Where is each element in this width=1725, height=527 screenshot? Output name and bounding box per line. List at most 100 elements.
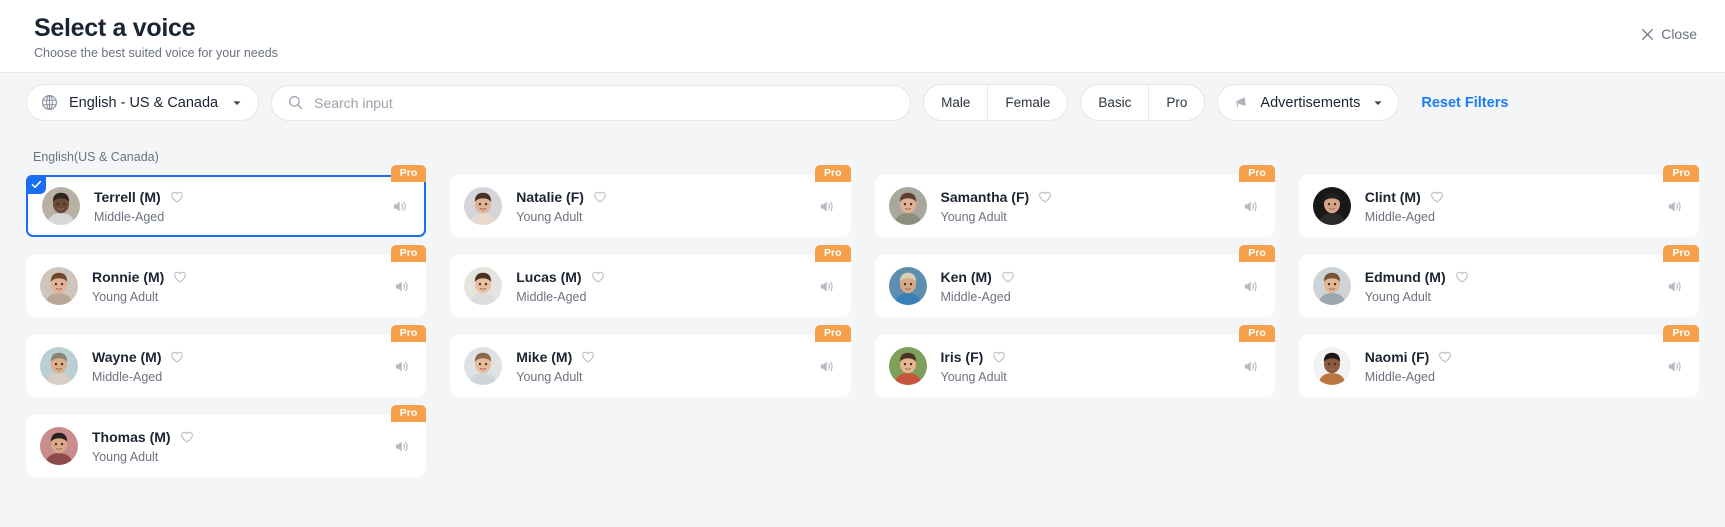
dialog-header: Select a voice Choose the best suited vo… bbox=[0, 0, 1725, 72]
voice-meta: Mike (M) Young Adult bbox=[516, 349, 817, 384]
avatar bbox=[40, 267, 78, 305]
voice-age: Middle-Aged bbox=[516, 289, 587, 304]
gender-option-female[interactable]: Female bbox=[987, 85, 1067, 120]
voice-meta: Clint (M) Middle-Aged bbox=[1365, 189, 1666, 224]
favorite-heart-icon[interactable] bbox=[1455, 270, 1469, 284]
favorite-heart-icon[interactable] bbox=[1438, 350, 1452, 364]
play-sound-icon[interactable] bbox=[1666, 358, 1683, 375]
play-sound-icon[interactable] bbox=[818, 278, 835, 295]
favorite-heart-icon[interactable] bbox=[1430, 190, 1444, 204]
usecase-select[interactable]: Advertisements bbox=[1217, 84, 1400, 121]
voice-name-row: Thomas (M) bbox=[92, 429, 393, 445]
chevron-down-icon bbox=[1374, 100, 1382, 105]
gender-option-male[interactable]: Male bbox=[924, 85, 987, 120]
favorite-heart-icon[interactable] bbox=[173, 270, 187, 284]
favorite-heart-icon[interactable] bbox=[170, 190, 184, 204]
voice-age: Young Adult bbox=[516, 209, 583, 224]
voice-age: Young Adult bbox=[1364, 289, 1432, 304]
voice-age: Young Adult bbox=[940, 369, 1007, 384]
close-button[interactable]: Close bbox=[1641, 26, 1697, 42]
voice-card[interactable]: Pro Edmund (M) Young Adult bbox=[1298, 245, 1699, 317]
voice-meta: Naomi (F) Middle-Aged bbox=[1365, 349, 1666, 384]
megaphone-icon bbox=[1235, 97, 1247, 108]
voice-name-row: Samantha (F) bbox=[941, 189, 1242, 205]
play-sound-icon[interactable] bbox=[393, 278, 410, 295]
pro-badge: Pro bbox=[814, 245, 851, 263]
voice-meta: Edmund (M) Young Adult bbox=[1365, 269, 1666, 304]
play-sound-icon[interactable] bbox=[1666, 278, 1683, 295]
favorite-heart-icon[interactable] bbox=[591, 270, 605, 284]
search-input[interactable] bbox=[314, 94, 895, 111]
search-field[interactable] bbox=[271, 84, 912, 121]
header-text-group: Select a voice Choose the best suited vo… bbox=[34, 12, 278, 60]
voice-name: Samantha (F) bbox=[940, 188, 1030, 205]
play-sound-icon[interactable] bbox=[1242, 198, 1259, 215]
voice-card[interactable]: Pro Thomas (M) Young Adult bbox=[26, 405, 427, 477]
voice-age: Middle-Aged bbox=[1364, 209, 1435, 224]
voice-card[interactable]: Pro Samantha (F) Young Adult bbox=[874, 165, 1275, 237]
voice-name-row: Lucas (M) bbox=[516, 269, 817, 285]
voice-card[interactable]: Pro Terrell (M) Middle-Aged bbox=[26, 165, 427, 237]
voice-card[interactable]: Pro Ronnie (M) Young Adult bbox=[26, 245, 427, 317]
favorite-heart-icon[interactable] bbox=[581, 350, 595, 364]
voice-meta: Thomas (M) Young Adult bbox=[92, 429, 393, 464]
voice-name-row: Terrell (M) bbox=[94, 189, 391, 205]
play-sound-icon[interactable] bbox=[391, 198, 408, 215]
play-sound-icon[interactable] bbox=[818, 198, 835, 215]
voice-card[interactable]: Pro Clint (M) Middle-Aged bbox=[1298, 165, 1699, 237]
play-sound-icon[interactable] bbox=[1242, 358, 1259, 375]
voice-name: Iris (F) bbox=[940, 348, 984, 365]
voice-age: Middle-Aged bbox=[940, 289, 1011, 304]
favorite-heart-icon[interactable] bbox=[1038, 190, 1052, 204]
play-sound-icon[interactable] bbox=[393, 438, 410, 455]
voice-card[interactable]: Pro Natalie (F) Young Adult bbox=[450, 165, 851, 237]
avatar bbox=[42, 187, 80, 225]
voice-name: Mike (M) bbox=[516, 348, 573, 365]
voice-name: Clint (M) bbox=[1364, 188, 1421, 205]
favorite-heart-icon[interactable] bbox=[170, 350, 184, 364]
voice-card[interactable]: Pro Iris (F) Young Adult bbox=[874, 325, 1275, 397]
tier-filter-group: Basic Pro bbox=[1080, 84, 1206, 121]
voice-list-panel: English(US & Canada) Pro Terrell (M) Middl… bbox=[0, 132, 1725, 527]
favorite-heart-icon[interactable] bbox=[180, 430, 194, 444]
selected-check-badge bbox=[26, 175, 46, 194]
language-select[interactable]: English - US & Canada bbox=[26, 84, 260, 121]
play-sound-icon[interactable] bbox=[393, 358, 410, 375]
play-sound-icon[interactable] bbox=[1666, 198, 1683, 215]
favorite-heart-icon[interactable] bbox=[1001, 270, 1015, 284]
tier-option-pro[interactable]: Pro bbox=[1148, 85, 1204, 120]
voice-name-row: Wayne (M) bbox=[92, 349, 393, 365]
avatar bbox=[1312, 187, 1351, 225]
voice-card[interactable]: Pro Naomi (F) Middle-Aged bbox=[1298, 325, 1699, 397]
voice-age: Young Adult bbox=[516, 369, 583, 384]
language-value: English - US & Canada bbox=[69, 94, 219, 111]
chevron-down-icon bbox=[233, 100, 241, 105]
voice-name-row: Clint (M) bbox=[1365, 189, 1666, 205]
avatar-image bbox=[1312, 267, 1351, 305]
favorite-heart-icon[interactable] bbox=[992, 350, 1006, 364]
favorite-heart-icon[interactable] bbox=[593, 190, 607, 204]
avatar bbox=[888, 187, 927, 225]
voice-card[interactable]: Pro Mike (M) Young Adult bbox=[450, 325, 851, 397]
avatar-image bbox=[888, 267, 927, 305]
voice-meta: Natalie (F) Young Adult bbox=[516, 189, 817, 224]
avatar-image bbox=[888, 187, 927, 225]
voice-name: Ronnie (M) bbox=[92, 268, 165, 285]
voice-card[interactable]: Pro Wayne (M) Middle-Aged bbox=[26, 325, 427, 397]
voice-age: Young Adult bbox=[92, 289, 159, 304]
voice-card[interactable]: Pro Lucas (M) Middle-Aged bbox=[450, 245, 851, 317]
voice-card[interactable]: Pro Ken (M) Middle-Aged bbox=[874, 245, 1275, 317]
reset-filters-button[interactable]: Reset Filters bbox=[1421, 95, 1508, 111]
pro-badge: Pro bbox=[814, 165, 851, 183]
voice-name: Edmund (M) bbox=[1364, 268, 1446, 285]
avatar-image bbox=[888, 347, 927, 385]
page-subtitle: Choose the best suited voice for your ne… bbox=[34, 46, 278, 61]
play-sound-icon[interactable] bbox=[818, 358, 835, 375]
voice-name-row: Edmund (M) bbox=[1365, 269, 1666, 285]
voice-name-row: Naomi (F) bbox=[1365, 349, 1666, 365]
avatar bbox=[888, 347, 927, 385]
voice-meta: Terrell (M) Middle-Aged bbox=[94, 189, 391, 224]
play-sound-icon[interactable] bbox=[1242, 278, 1259, 295]
tier-option-basic[interactable]: Basic bbox=[1081, 85, 1148, 120]
avatar bbox=[40, 347, 78, 385]
